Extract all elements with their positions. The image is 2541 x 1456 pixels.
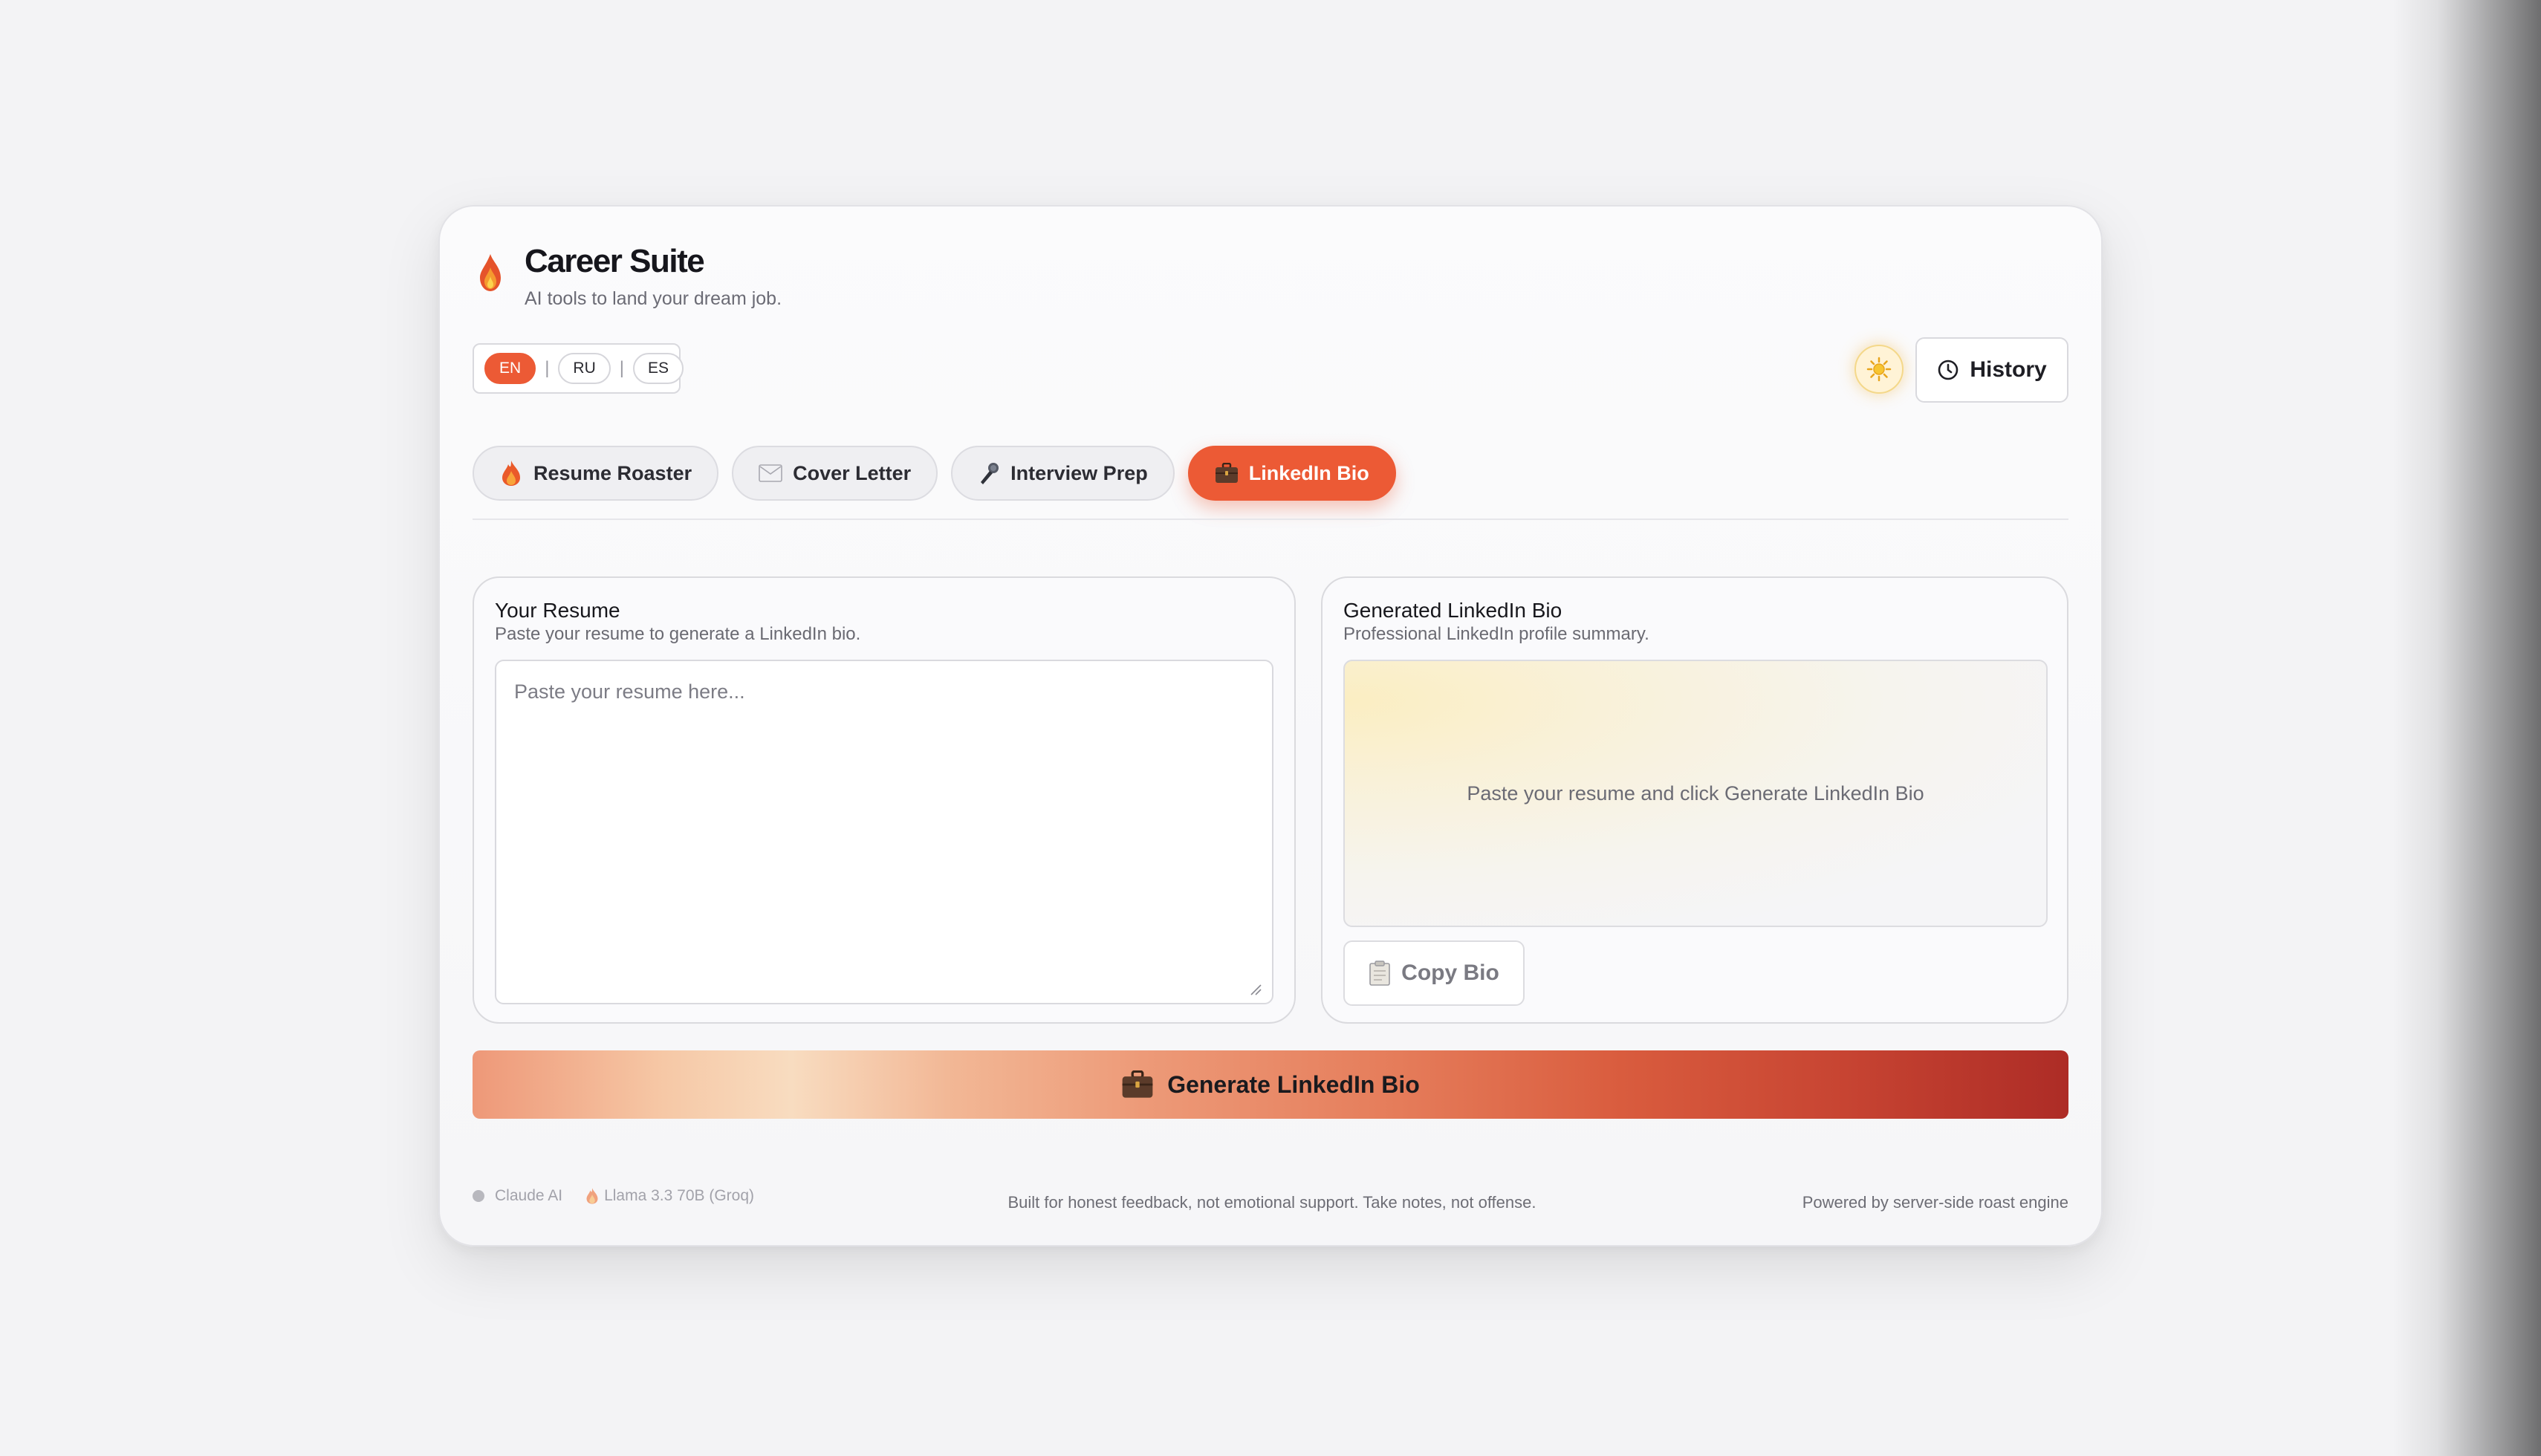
- panel-title: Generated LinkedIn Bio: [1343, 599, 1562, 622]
- copy-bio-label: Copy Bio: [1401, 961, 1499, 985]
- history-button[interactable]: History: [1915, 337, 2068, 403]
- lang-button-es[interactable]: ES: [633, 353, 684, 384]
- lang-separator: |: [545, 358, 550, 378]
- tab-label: LinkedIn Bio: [1248, 461, 1369, 484]
- tab-label: Cover Letter: [793, 461, 912, 484]
- envelope-icon: [759, 464, 782, 482]
- tab-linkedin-bio[interactable]: LinkedIn Bio: [1187, 446, 1396, 501]
- resume-input-panel: Your Resume Paste your resume to generat…: [473, 576, 1296, 1024]
- edge-shadow: [2392, 0, 2541, 1456]
- flame-logo-icon: [480, 254, 501, 291]
- tab-interview-prep[interactable]: Interview Prep: [951, 446, 1175, 501]
- bio-output-area: Paste your resume and click Generate Lin…: [1343, 660, 2048, 927]
- footer-powered-by: Powered by server-side roast engine: [1802, 1193, 2068, 1212]
- generate-label: Generate LinkedIn Bio: [1167, 1070, 1420, 1098]
- language-switcher: EN | RU | ES: [473, 343, 684, 394]
- app-subtitle: AI tools to land your dream job.: [525, 288, 782, 309]
- app-title: Career Suite: [525, 243, 705, 279]
- generate-linkedin-bio-button[interactable]: Generate LinkedIn Bio: [473, 1050, 2068, 1119]
- clipboard-icon: [1369, 961, 1390, 986]
- fire-icon: [502, 461, 520, 486]
- briefcase-icon: [1122, 1070, 1153, 1098]
- history-label: History: [1970, 357, 2047, 382]
- microphone-icon: [981, 463, 999, 484]
- lang-button-ru[interactable]: RU: [558, 353, 611, 384]
- tab-label: Interview Prep: [1010, 461, 1148, 484]
- sun-icon: [1866, 357, 1892, 382]
- bio-placeholder-text: Paste your resume and click Generate Lin…: [1467, 781, 1924, 805]
- lang-button-en[interactable]: EN: [484, 353, 536, 384]
- tab-resume-roaster[interactable]: Resume Roaster: [473, 446, 719, 501]
- tool-tabs: Resume Roaster Cover Letter Interview Pr…: [473, 446, 1396, 501]
- panel-description: Paste your resume to generate a LinkedIn…: [495, 624, 861, 644]
- theme-toggle-button[interactable]: [1854, 345, 1904, 394]
- resume-textarea[interactable]: [495, 660, 1273, 1004]
- panel-title: Your Resume: [495, 599, 620, 622]
- copy-bio-button[interactable]: Copy Bio: [1343, 940, 1525, 1006]
- app-card: Career Suite AI tools to land your dream…: [438, 205, 2103, 1247]
- briefcase-icon: [1215, 463, 1238, 483]
- resize-handle-icon[interactable]: [1250, 984, 1262, 995]
- panel-description: Professional LinkedIn profile summary.: [1343, 624, 1649, 644]
- tab-cover-letter[interactable]: Cover Letter: [732, 446, 938, 501]
- tab-label: Resume Roaster: [533, 461, 692, 484]
- tabs-divider: [473, 519, 2068, 520]
- app-header: Career Suite AI tools to land your dream…: [476, 242, 782, 310]
- bio-output-panel: Generated LinkedIn Bio Professional Link…: [1321, 576, 2068, 1024]
- lang-separator: |: [619, 358, 624, 378]
- clock-icon: [1938, 360, 1959, 380]
